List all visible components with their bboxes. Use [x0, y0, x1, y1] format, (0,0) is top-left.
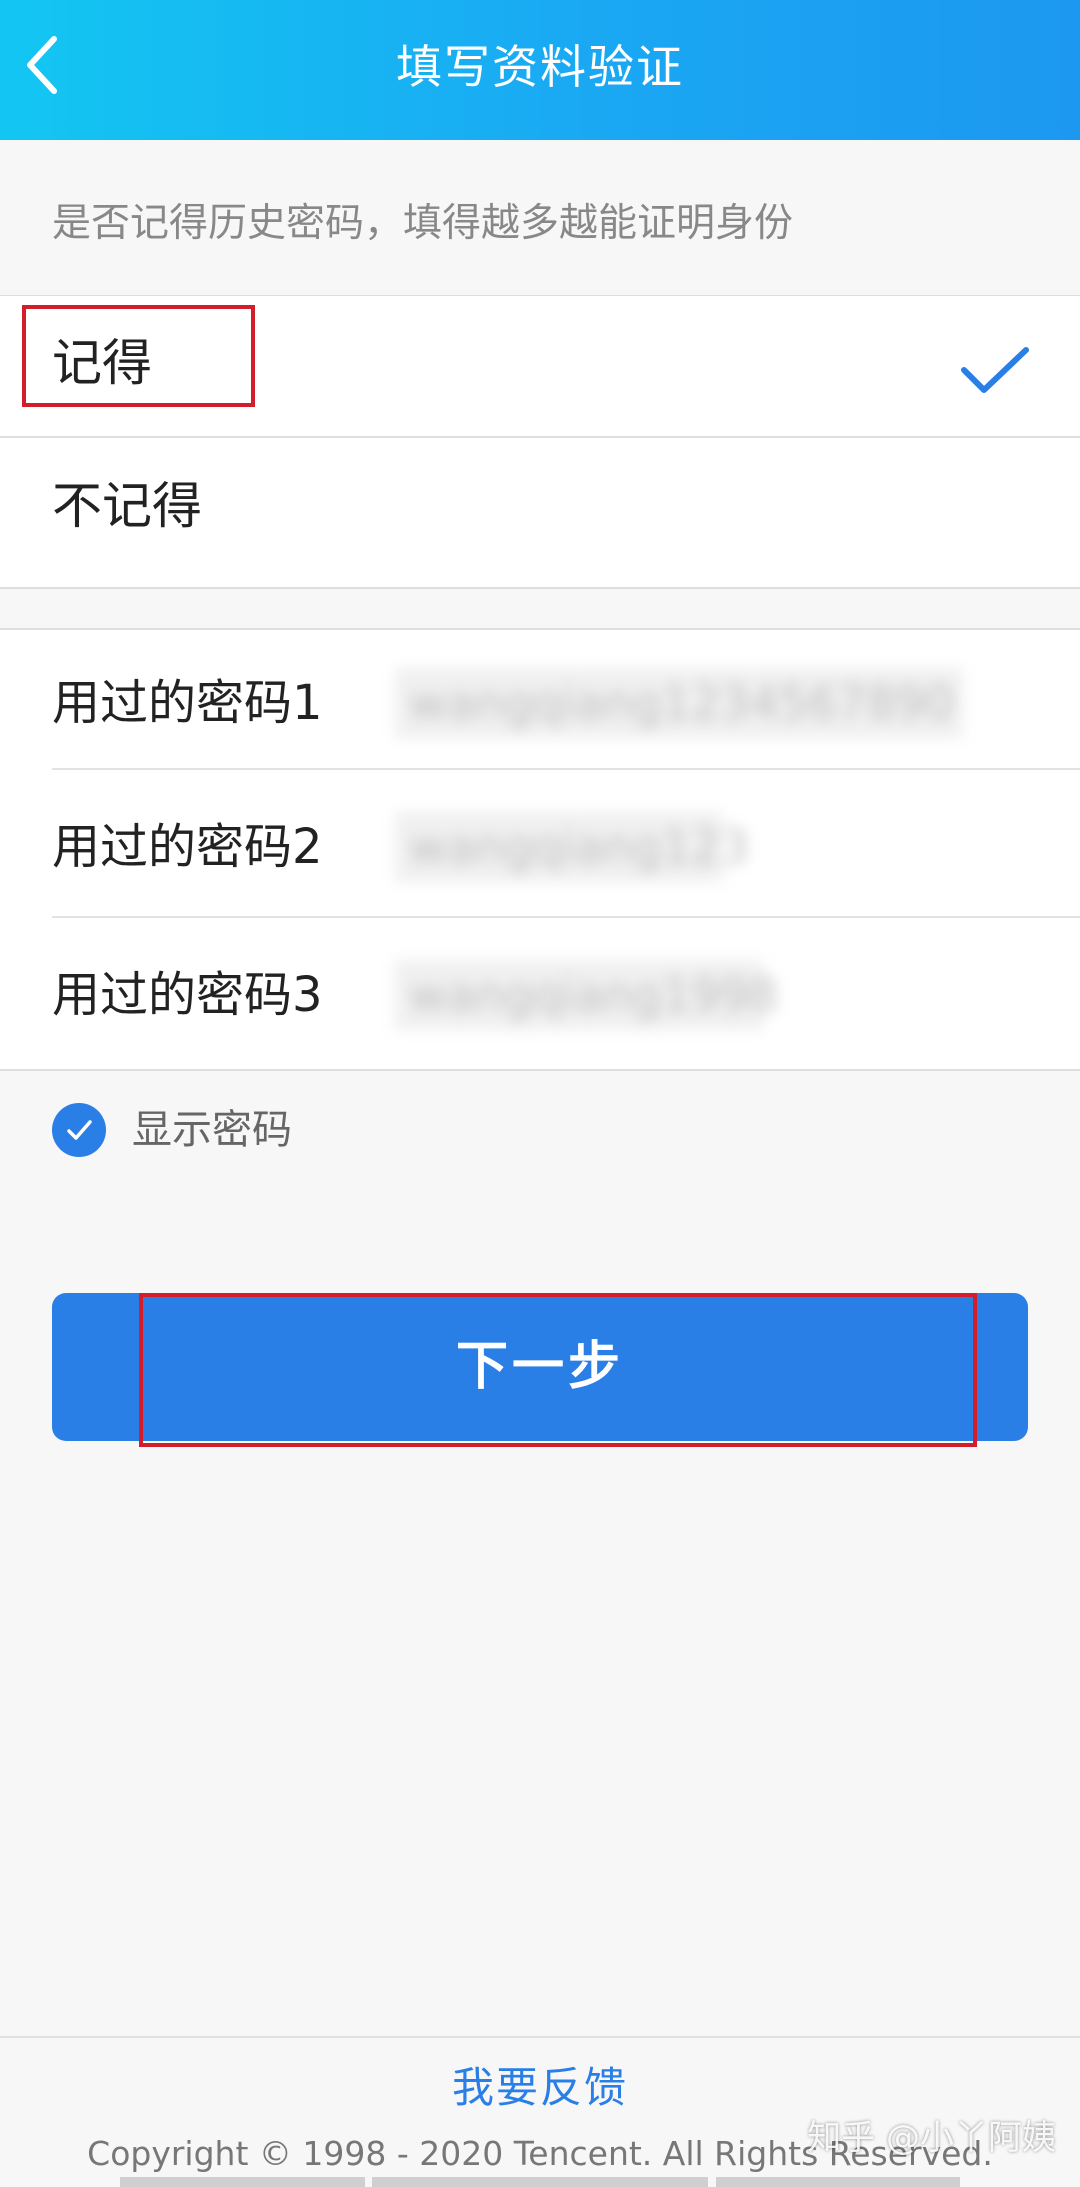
password-row-1[interactable]: 用过的密码1 wangqiang1234567890 [0, 630, 1080, 775]
feedback-link[interactable]: 我要反馈 [0, 2058, 1080, 2118]
divider [0, 1069, 1080, 1071]
password-label: 用过的密码2 [52, 819, 323, 875]
bottom-bars [120, 2177, 960, 2187]
footer-divider [0, 2036, 1080, 2038]
show-password-label: 显示密码 [132, 1107, 292, 1153]
divider [0, 587, 1080, 589]
highlight-box-remember [22, 305, 255, 407]
hint-text: 是否记得历史密码，填得越多越能证明身份 [52, 201, 794, 246]
nav-bar: 填写资料验证 [0, 0, 1080, 140]
highlight-box-next [139, 1293, 977, 1447]
password-panel: 用过的密码1 wangqiang1234567890 用过的密码2 wangqi… [0, 630, 1080, 1070]
password-row-3[interactable]: 用过的密码3 wangqiang1998 [0, 918, 1080, 1063]
password-input[interactable]: wangqiang123 [395, 812, 750, 882]
checkmark-icon [961, 347, 1029, 393]
password-input[interactable]: wangqiang1234567890 [395, 668, 963, 738]
option-not-remember[interactable]: 不记得 [0, 438, 1080, 578]
option-not-remember-label: 不记得 [52, 477, 202, 535]
bottom-bar [372, 2177, 708, 2187]
bottom-bar [120, 2177, 365, 2187]
password-row-2[interactable]: 用过的密码2 wangqiang123 [0, 770, 1080, 915]
watermark: 知乎 @小丫阿姨 [807, 2118, 1056, 2158]
password-input[interactable]: wangqiang1998 [395, 960, 779, 1030]
page-title: 填写资料验证 [396, 40, 684, 94]
bottom-bar [716, 2177, 960, 2187]
password-label: 用过的密码1 [52, 675, 323, 731]
checkmark-icon [67, 1120, 92, 1140]
checkbox-checked-icon[interactable] [52, 1103, 106, 1157]
password-label: 用过的密码3 [52, 967, 323, 1023]
